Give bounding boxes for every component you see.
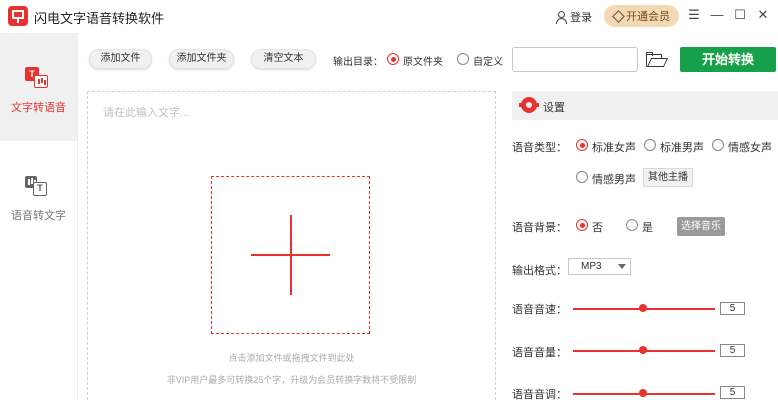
radio-custom-folder-label: 自定义: [473, 57, 503, 68]
app-title: 闪电文字语音转换软件: [34, 11, 165, 26]
pitch-slider-handle[interactable]: [639, 389, 647, 397]
radio-background-no[interactable]: [576, 219, 588, 231]
background-yes-label: 是: [642, 222, 653, 234]
speech-to-text-icon: T: [25, 176, 49, 198]
vip-limit-hint: 非VIP用户最多可转换25个字，升级为会员转换字数将不受限制: [166, 375, 417, 385]
sidebar-item-label: 语音转文字: [11, 210, 66, 222]
background-no-label: 否: [592, 222, 603, 234]
format-value: MP3: [581, 261, 602, 272]
add-folder-button[interactable]: 添加文件夹: [169, 49, 234, 69]
output-path-input[interactable]: [512, 47, 638, 72]
background-label: 语音背景：: [512, 222, 567, 234]
pitch-value-input[interactable]: 5: [720, 386, 745, 399]
text-editor[interactable]: 请在此输入文字... 点击添加文件或拖拽文件到此处 非VIP用户最多可转换25个…: [87, 91, 496, 400]
speed-value-input[interactable]: 5: [720, 302, 745, 315]
clear-text-button[interactable]: 清空文本: [251, 49, 316, 69]
volume-label: 语音音量：: [512, 347, 567, 359]
format-select[interactable]: MP3: [568, 258, 631, 275]
choose-music-button[interactable]: 选择音乐: [677, 217, 725, 236]
radio-voice-emotional-male[interactable]: [576, 171, 588, 183]
login-button[interactable]: 登录: [556, 9, 592, 25]
output-dir-label: 输出目录：: [333, 57, 383, 68]
close-icon[interactable]: ✕: [756, 8, 770, 22]
start-convert-button[interactable]: 开始转换: [680, 47, 776, 72]
voice-option-label: 标准男声: [660, 142, 704, 154]
other-voices-button[interactable]: 其他主播: [643, 168, 693, 187]
sidebar-item-label: 文字转语音: [11, 102, 66, 114]
vip-button[interactable]: 开通会员: [604, 5, 679, 27]
editor-placeholder: 请在此输入文字...: [103, 107, 190, 119]
radio-custom-folder[interactable]: [457, 53, 469, 65]
pitch-label: 语音音调：: [512, 389, 567, 400]
sidebar-item-text-to-speech[interactable]: T 文字转语音: [0, 33, 77, 141]
login-label: 登录: [570, 12, 592, 24]
settings-title: 设置: [543, 102, 565, 114]
maximize-icon[interactable]: ☐: [733, 8, 747, 22]
speed-label: 语音音速：: [512, 304, 567, 316]
format-label: 输出格式：: [512, 265, 567, 277]
sidebar: T 文字转语音 T 语音转文字: [0, 33, 78, 400]
radio-background-yes[interactable]: [626, 219, 638, 231]
voice-option-label: 标准女声: [592, 142, 636, 154]
minimize-icon[interactable]: —: [710, 8, 724, 22]
menu-icon[interactable]: ☰: [687, 8, 701, 22]
diamond-icon: [613, 12, 623, 21]
radio-voice-standard-female[interactable]: [576, 139, 588, 151]
volume-value-input[interactable]: 5: [720, 344, 745, 357]
title-bar: 闪电文字语音转换软件 登录 开通会员 ☰ — ☐ ✕: [0, 0, 778, 33]
radio-voice-emotional-female[interactable]: [712, 139, 724, 151]
gear-icon: [519, 97, 539, 113]
drop-hint: 点击添加文件或拖拽文件到此处: [228, 353, 355, 363]
vip-label: 开通会员: [626, 11, 670, 23]
radio-voice-standard-male[interactable]: [644, 139, 656, 151]
sidebar-item-speech-to-text[interactable]: T 语音转文字: [0, 141, 77, 249]
add-file-drop-zone[interactable]: [211, 176, 370, 334]
user-icon: [556, 11, 567, 24]
app-logo-icon: [8, 6, 28, 26]
radio-source-folder[interactable]: [387, 53, 399, 65]
add-file-button[interactable]: 添加文件: [89, 49, 152, 69]
volume-slider-handle[interactable]: [639, 346, 647, 354]
voice-option-label: 情感女声: [728, 142, 772, 154]
folder-open-icon[interactable]: [646, 52, 669, 68]
speed-slider-handle[interactable]: [639, 304, 647, 312]
text-to-speech-icon: T: [25, 67, 49, 89]
settings-header: 设置: [512, 91, 778, 120]
voice-type-label: 语音类型：: [512, 142, 567, 154]
radio-source-folder-label: 原文件夹: [403, 57, 443, 68]
chevron-down-icon: [618, 264, 626, 269]
voice-option-label: 情感男声: [592, 174, 636, 186]
